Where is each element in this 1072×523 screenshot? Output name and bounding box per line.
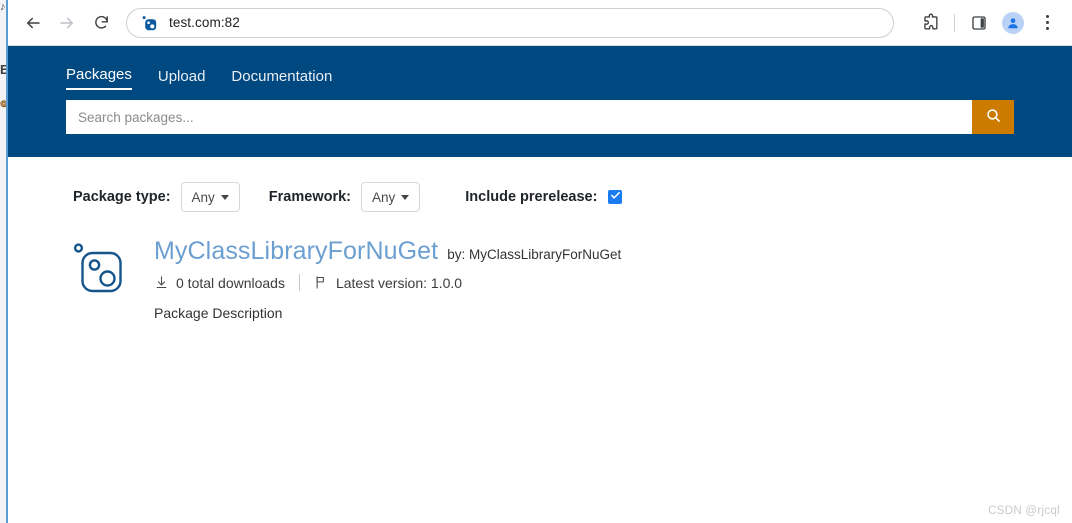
package-type-value: Any [191,189,215,205]
nuget-package-icon [70,236,132,301]
results-list: MyClassLibraryForNuGet by: MyClassLibrar… [8,212,1072,321]
extensions-icon[interactable] [916,9,944,37]
toolbar-divider [954,13,955,32]
download-count-text: 0 total downloads [176,274,285,291]
package-type-label: Package type: [73,189,171,205]
package-details: MyClassLibraryForNuGet by: MyClassLibrar… [132,236,621,321]
download-count: 0 total downloads [154,275,285,291]
include-prerelease-checkbox[interactable] [608,188,623,206]
reload-button[interactable] [86,8,116,38]
download-icon [154,275,169,290]
latest-version-text: Latest version: 1.0.0 [335,274,463,291]
nuget-favicon [141,15,157,31]
filter-bar: Package type: Any Framework: Any Include… [8,157,1072,212]
nav-item-upload[interactable]: Upload [158,68,206,90]
nav-item-documentation[interactable]: Documentation [231,68,332,90]
toolbar-actions [913,9,1064,37]
site-nav: Packages Upload Documentation [8,46,1072,90]
flag-icon [314,275,329,290]
forward-button[interactable] [52,8,82,38]
chrome-menu-icon[interactable] [1033,9,1061,37]
url-text: test.com:82 [169,15,240,30]
search-bar [66,100,1014,134]
back-button[interactable] [18,8,48,38]
browser-window: test.com:82 Packages Upload Documentatio… [6,0,1072,523]
framework-label: Framework: [268,189,351,205]
package-author: by: MyClassLibraryForNuGet [447,247,622,262]
site-header: Packages Upload Documentation [8,46,1072,157]
search-row [8,90,1072,134]
browser-toolbar: test.com:82 [8,0,1072,46]
package-type-dropdown[interactable]: Any [180,182,240,212]
avatar [1002,11,1024,34]
meta-divider [298,274,300,291]
screenshot-root: ♪ E ๏ [0,0,1072,523]
three-dots [1045,14,1049,32]
address-bar[interactable]: test.com:82 [126,7,894,38]
package-meta-line: 0 total downloads Latest version: 1.0.0 [154,274,621,291]
include-prerelease-label: Include prerelease: [465,189,598,205]
side-panel-icon[interactable] [965,9,993,37]
package-result-row: MyClassLibraryForNuGet by: MyClassLibrar… [70,236,1072,321]
latest-version: Latest version: 1.0.0 [314,275,462,291]
page-content: Packages Upload Documentation Search pac… [8,46,1072,523]
chevron-down-icon [401,194,410,200]
nav-item-packages[interactable]: Packages [66,66,132,90]
watermark: CSDN @rjcql [988,505,1060,517]
search-input[interactable] [66,100,972,134]
framework-value: Any [372,189,396,205]
chevron-down-icon [220,194,229,200]
package-description: Package Description [154,305,283,321]
search-button[interactable] [972,100,1014,134]
package-title-link[interactable]: MyClassLibraryForNuGet [154,236,438,266]
package-title-line: MyClassLibraryForNuGet by: MyClassLibrar… [154,236,621,266]
profile-avatar[interactable] [999,9,1027,37]
framework-dropdown[interactable]: Any [361,182,421,212]
check-icon [610,188,621,206]
search-icon [985,107,1002,127]
